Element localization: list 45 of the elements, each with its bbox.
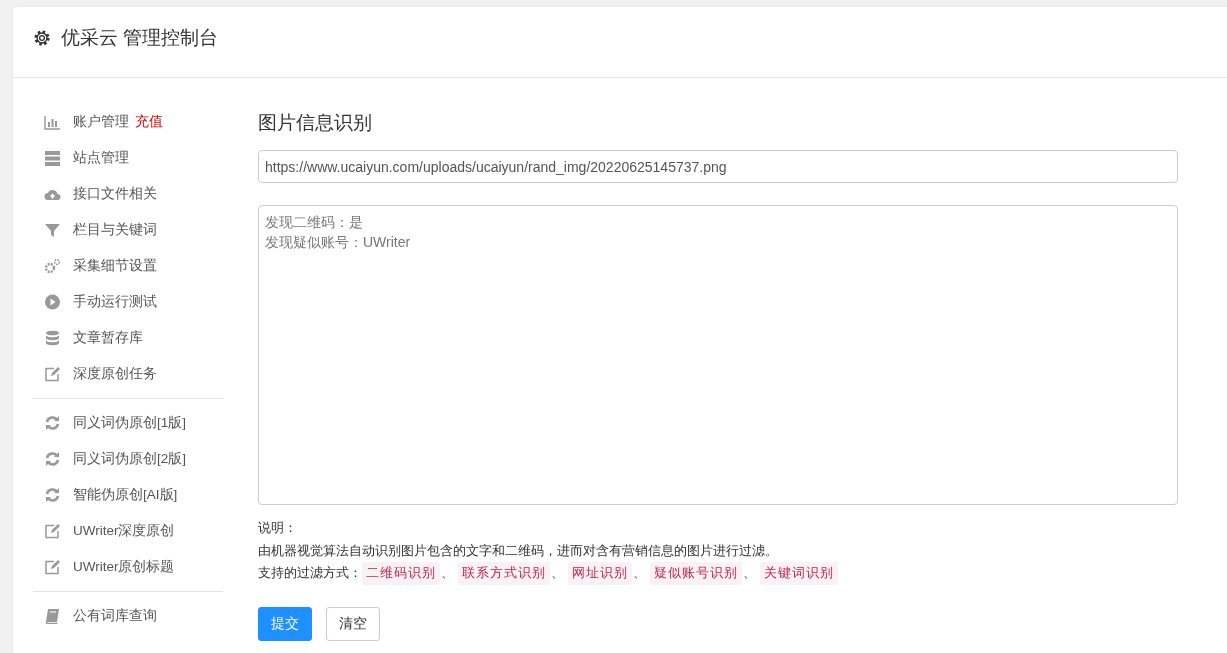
separator: 、 xyxy=(551,564,564,582)
sidebar-item[interactable]: UWriter原创标题 xyxy=(33,549,223,585)
edit-icon xyxy=(44,366,61,382)
sidebar-item[interactable]: 栏目与关键词 xyxy=(33,212,223,248)
filter-tag: 二维码识别 xyxy=(362,562,440,585)
refresh-icon xyxy=(44,415,61,431)
notes-label: 说明： xyxy=(258,519,297,537)
sidebar-item[interactable]: UWriter深度原创 xyxy=(33,513,223,549)
settings-icon xyxy=(33,29,51,47)
filter-icon xyxy=(44,222,61,238)
section-title: 图片信息识别 xyxy=(258,111,373,135)
sidebar-item[interactable]: 站点管理 xyxy=(33,140,223,176)
sidebar-item[interactable]: 深度原创任务 xyxy=(33,356,223,392)
sidebar-item[interactable]: 采集细节设置 xyxy=(33,248,223,284)
refresh-icon xyxy=(44,451,61,467)
chart-icon xyxy=(44,114,61,130)
filter-tag: 网址识别 xyxy=(568,562,632,585)
filters-label: 支持的过滤方式： xyxy=(258,564,362,582)
url-field[interactable]: https://www.ucaiyun.com/uploads/ucaiyun/rand_img/20220625145737.png xyxy=(258,150,1178,183)
sidebar-item[interactable]: 文章暂存库 xyxy=(33,320,223,356)
result-box[interactable]: 发现二维码：是 发现疑似账号：UWriter xyxy=(258,205,1178,505)
refresh-icon xyxy=(44,487,61,503)
description-text: 由机器视觉算法自动识别图片包含的文字和二维码，进而对含有营销信息的图片进行过滤。 xyxy=(258,541,778,560)
separator: 、 xyxy=(441,564,454,582)
filter-tag: 疑似账号识别 xyxy=(650,562,742,585)
sidebar-item[interactable]: 智能伪原创[AI版] xyxy=(33,477,223,513)
book-icon xyxy=(44,608,61,624)
edit-icon xyxy=(44,559,61,575)
sidebar-item[interactable]: 账户管理 充值 xyxy=(33,104,223,140)
sidebar-item[interactable]: 接口文件相关 xyxy=(33,176,223,212)
recharge-link[interactable]: 充值 xyxy=(135,113,163,131)
sidebar-item[interactable]: 同义词伪原创[2版] xyxy=(33,441,223,477)
clear-button[interactable]: 清空 xyxy=(326,606,380,641)
database-icon xyxy=(44,330,61,346)
separator: 、 xyxy=(743,564,756,582)
app-title: 优采云 管理控制台 xyxy=(61,26,219,50)
server-icon xyxy=(44,150,61,166)
play-icon xyxy=(44,294,61,310)
sidebar-item[interactable]: 手动运行测试 xyxy=(33,284,223,320)
edit-icon xyxy=(44,523,61,539)
sidebar-item[interactable]: 同义词伪原创[1版] xyxy=(33,405,223,441)
filter-tag: 关键词识别 xyxy=(760,562,838,585)
separator: 、 xyxy=(633,564,646,582)
sidebar-item[interactable]: 公有词库查询 xyxy=(33,598,223,634)
filter-tag: 联系方式识别 xyxy=(458,562,550,585)
